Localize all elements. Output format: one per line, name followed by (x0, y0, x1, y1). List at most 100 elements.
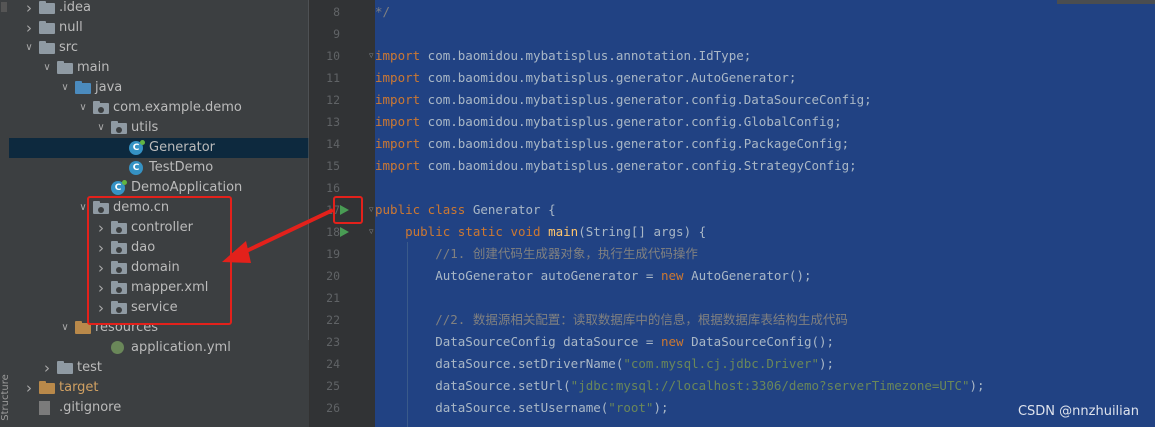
line-number: 19 (326, 247, 340, 261)
tree-item-label: utils (131, 120, 159, 135)
chevron-down-icon[interactable]: ∨ (77, 98, 89, 118)
yaml-file-icon (111, 341, 124, 354)
line-number: 18 (326, 225, 340, 239)
folder-icon (39, 21, 55, 34)
code-token: (String[] args) { (578, 224, 707, 239)
code-token: main (548, 224, 579, 239)
code-token: public static void (405, 224, 541, 239)
tree-item-com-example-demo[interactable]: ∨ com.example.demo (9, 98, 309, 118)
line-number: 22 (326, 313, 340, 327)
code-line: import com.baomidou.mybatisplus.generato… (375, 155, 857, 177)
chevron-right-icon[interactable]: › (41, 358, 53, 378)
tree-item-testdemo[interactable]: C TestDemo (9, 158, 309, 178)
code-token: dataSource.setDriverName( (375, 356, 624, 371)
annotation-run-highlight-box (333, 196, 363, 224)
excluded-folder-icon (39, 381, 55, 394)
code-token: import (375, 92, 421, 107)
folder-icon (57, 361, 73, 374)
code-token: com.baomidou.mybatisplus.generator.confi… (420, 136, 850, 151)
code-line: import com.baomidou.mybatisplus.generato… (375, 111, 842, 133)
code-line: dataSource.setUsername("root"); (375, 397, 669, 419)
code-token: import (375, 114, 421, 129)
chevron-down-icon[interactable]: ∨ (23, 38, 35, 58)
tree-item-test[interactable]: › test (9, 358, 309, 378)
code-token: //1. 创建代码生成器对象，执行生成代码操作 (375, 246, 698, 261)
line-number: 20 (326, 269, 340, 283)
code-token: ); (819, 356, 835, 371)
tree-item-null[interactable]: › null (9, 18, 309, 38)
line-number: 21 (326, 291, 340, 305)
package-icon (93, 101, 109, 114)
chevron-down-icon[interactable]: ∨ (95, 118, 107, 138)
code-token: "root" (608, 400, 654, 415)
line-number: 10 (326, 49, 340, 63)
tool-window-tab[interactable] (1, 2, 7, 12)
chevron-down-icon[interactable]: ∨ (41, 58, 53, 78)
code-line: public static void main(String[] args) { (375, 221, 706, 243)
line-number: 13 (326, 115, 340, 129)
code-line: AutoGenerator autoGenerator = new AutoGe… (375, 265, 811, 287)
chevron-down-icon[interactable]: ∨ (59, 318, 71, 338)
code-token: //2. 数据源相关配置：读取数据库中的信息，根据数据库表结构生成代码 (375, 312, 848, 327)
file-icon (39, 401, 50, 415)
tree-item-application-yml[interactable]: application.yml (9, 338, 309, 358)
chevron-right-icon[interactable]: › (23, 378, 35, 398)
run-icon[interactable] (337, 221, 351, 243)
tree-item-label: null (59, 20, 83, 35)
tree-item-demoapplication[interactable]: C DemoApplication (9, 178, 309, 198)
source-folder-icon (75, 81, 91, 94)
code-token: import (375, 158, 421, 173)
code-token: new (660, 268, 684, 283)
class-icon: C (129, 161, 143, 175)
tree-item-label: java (95, 80, 123, 95)
package-icon (111, 121, 127, 134)
tree-item-idea[interactable]: › .idea (9, 0, 309, 18)
code-editor[interactable]: */ import com.baomidou.mybatisplus.annota… (375, 0, 1155, 427)
code-token: "com.mysql.cj.jdbc.Driver" (623, 356, 820, 371)
code-token: */ (375, 4, 391, 19)
code-token: com.baomidou.mybatisplus.generator.confi… (420, 92, 872, 107)
tree-item-gitignore[interactable]: .gitignore (9, 398, 309, 418)
tree-item-utils[interactable]: ∨ utils (9, 118, 309, 138)
tree-item-label: application.yml (131, 340, 231, 355)
code-token: com.baomidou.mybatisplus.annotation.IdTy… (420, 48, 752, 63)
line-number: 15 (326, 159, 340, 173)
tree-item-label: src (59, 40, 78, 55)
watermark: CSDN @nnzhuilian (1017, 404, 1139, 419)
chevron-down-icon[interactable]: ∨ (59, 78, 71, 98)
line-number: 23 (326, 335, 340, 349)
line-number: 9 (333, 27, 340, 41)
code-token: com.baomidou.mybatisplus.generator.confi… (420, 158, 857, 173)
code-token: dataSource.setUrl( (375, 378, 571, 393)
tree-item-label: Generator (149, 140, 216, 155)
code-token: AutoGenerator autoGenerator = (375, 268, 661, 283)
tree-item-main[interactable]: ∨ main (9, 58, 309, 78)
tree-item-label: main (77, 60, 110, 75)
chevron-right-icon[interactable]: › (23, 0, 35, 18)
tree-item-generator[interactable]: C Generator (9, 138, 309, 158)
tree-item-java[interactable]: ∨ java (9, 78, 309, 98)
folder-icon (39, 41, 55, 54)
tree-item-src[interactable]: ∨ src (9, 38, 309, 58)
code-token: import (375, 70, 421, 85)
chevron-right-icon[interactable]: › (23, 18, 35, 38)
code-token: ); (653, 400, 669, 415)
tree-item-label: DemoApplication (131, 180, 243, 195)
class-runnable-icon: C (129, 140, 145, 155)
tree-item-target[interactable]: › target (9, 378, 309, 398)
code-token: com.baomidou.mybatisplus.generator.confi… (420, 114, 842, 129)
project-tree-panel: › .idea › null ∨ src ∨ main ∨ java ∨ com.example.de… (9, 0, 309, 427)
code-token: com.baomidou.mybatisplus.generator.AutoG… (420, 70, 797, 85)
line-number: 24 (326, 357, 340, 371)
code-line: import com.baomidou.mybatisplus.generato… (375, 89, 872, 111)
code-line: import com.baomidou.mybatisplus.annotati… (375, 45, 751, 67)
code-token: Generator { (465, 202, 556, 217)
tree-item-label: test (77, 360, 102, 375)
code-line: //2. 数据源相关配置：读取数据库中的信息，根据数据库表结构生成代码 (375, 309, 848, 331)
code-token: DataSourceConfig(); (683, 334, 835, 349)
code-token: "jdbc:mysql://localhost:3306/demo?server… (570, 378, 970, 393)
folder-icon (39, 1, 55, 14)
code-token: new (660, 334, 684, 349)
